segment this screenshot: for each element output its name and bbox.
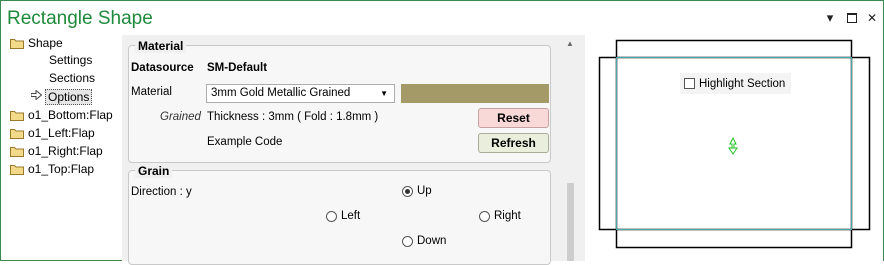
chevron-down-icon: ▼	[380, 89, 388, 98]
tree-item-left-flap[interactable]: o1_Left:Flap	[10, 125, 95, 142]
radio-label: Down	[417, 235, 447, 247]
grained-label: Grained	[160, 111, 201, 123]
reset-button[interactable]: Reset	[478, 108, 549, 128]
tree-item-settings[interactable]: Settings	[49, 52, 92, 69]
folder-icon	[10, 146, 24, 157]
tree-item-label: Shape	[28, 36, 63, 50]
shape-preview: Highlight Section	[585, 35, 883, 261]
highlight-section-checkbox[interactable]: Highlight Section	[680, 73, 791, 94]
radio-label: Left	[341, 210, 361, 222]
radio-checked-icon	[402, 185, 413, 197]
grain-direction-icon	[728, 136, 738, 155]
close-button[interactable]: ✕	[864, 10, 880, 26]
tree-item-right-flap[interactable]: o1_Right:Flap	[10, 143, 103, 160]
tree-item-label: Options	[45, 88, 93, 105]
material-color-swatch	[401, 84, 549, 103]
tree-item-top-flap[interactable]: o1_Top:Flap	[10, 161, 94, 178]
rectangle-shape-window: Rectangle Shape ▾ ✕ Shape Settings Secti…	[0, 0, 884, 265]
tree-item-label: o1_Top:Flap	[28, 162, 95, 176]
radio-label: Right	[494, 210, 521, 222]
tree-item-sections[interactable]: Sections	[49, 70, 95, 87]
grain-down-radio[interactable]: Down	[402, 235, 446, 247]
folder-icon	[10, 128, 24, 139]
datasource-value: SM-Default	[207, 62, 268, 74]
folder-icon	[10, 38, 24, 49]
highlight-section-label: Highlight Section	[699, 77, 786, 90]
material-select[interactable]: 3mm Gold Metallic Grained ▼	[206, 84, 395, 103]
tree-item-options[interactable]: Options	[30, 88, 93, 105]
options-panel: Material Datasource SM-Default Material …	[122, 35, 582, 265]
thickness-text: Thickness : 3mm ( Fold : 1.8mm )	[207, 111, 379, 123]
title-bar: Rectangle Shape ▾ ✕	[1, 1, 883, 36]
maximize-button[interactable]	[844, 10, 860, 26]
tree-item-label: Settings	[49, 53, 93, 67]
refresh-button[interactable]: Refresh	[478, 133, 549, 153]
material-select-value: 3mm Gold Metallic Grained	[211, 87, 351, 99]
chevron-down-icon: ▾	[826, 10, 834, 25]
checkbox-unchecked-icon	[684, 78, 695, 89]
grain-left-radio[interactable]: Left	[326, 210, 360, 222]
grain-right-radio[interactable]: Right	[479, 210, 521, 222]
tree-item-label: o1_Bottom:Flap	[28, 108, 113, 122]
arrow-right-icon	[30, 88, 45, 105]
radio-unchecked-icon	[479, 210, 490, 222]
tree-item-bottom-flap[interactable]: o1_Bottom:Flap	[10, 107, 113, 124]
tree-item-label: o1_Left:Flap	[28, 126, 95, 140]
tree-item-label: o1_Right:Flap	[28, 144, 103, 158]
example-code-label: Example Code	[207, 136, 283, 148]
navigation-tree: Shape Settings Sections Options o1_Botto…	[5, 35, 119, 261]
grain-up-radio[interactable]: Up	[402, 185, 432, 197]
dropdown-menu-button[interactable]: ▾	[822, 10, 838, 26]
radio-unchecked-icon	[402, 235, 413, 247]
direction-label: Direction : y	[131, 186, 192, 198]
radio-unchecked-icon	[326, 210, 337, 222]
folder-icon	[10, 164, 24, 175]
scroll-up-icon[interactable]: ▲	[566, 39, 574, 48]
material-group-title: Material	[135, 39, 187, 53]
radio-label: Up	[417, 185, 432, 197]
folder-icon	[10, 110, 24, 121]
tree-item-shape[interactable]: Shape	[10, 35, 63, 52]
tree-item-label: Sections	[49, 71, 96, 85]
material-label: Material	[131, 86, 172, 98]
options-scrollbar[interactable]: ▲	[562, 35, 579, 261]
maximize-icon	[847, 13, 857, 23]
datasource-label: Datasource	[131, 62, 194, 74]
close-icon: ✕	[866, 11, 878, 25]
scrollbar-thumb[interactable]	[567, 183, 574, 261]
preview-drawing	[598, 39, 871, 249]
grain-group-title: Grain	[135, 164, 173, 178]
window-title: Rectangle Shape	[7, 8, 153, 29]
